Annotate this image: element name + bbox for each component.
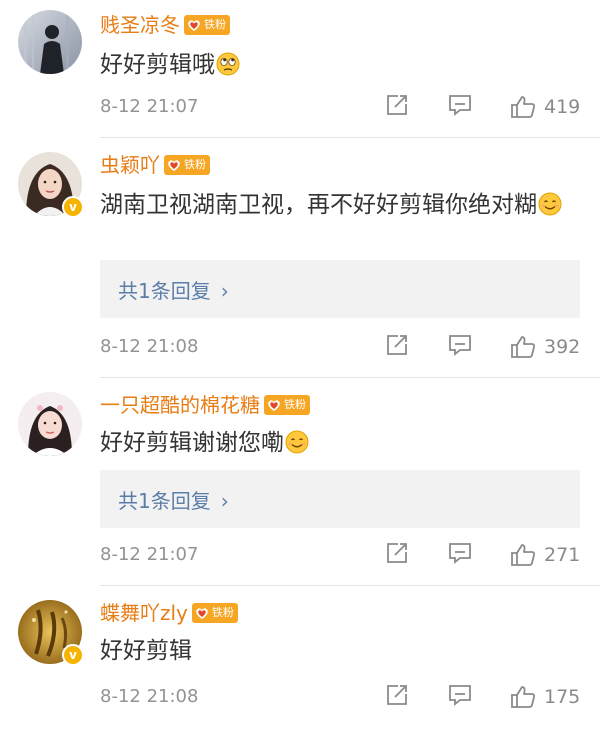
fan-heart-icon xyxy=(168,160,180,171)
comment-icon xyxy=(449,95,471,116)
avatar-image xyxy=(18,392,82,456)
chevron-right-icon: › xyxy=(220,278,229,303)
share-icon xyxy=(387,335,407,355)
fan-badge-label: 铁粉 xyxy=(184,158,206,171)
share-button[interactable] xyxy=(386,94,408,120)
username-row: 贱圣凉冬 铁粉 xyxy=(100,10,230,40)
comment-meta: 8-12 21:08 392 xyxy=(100,332,590,362)
like-button[interactable]: 271 xyxy=(510,542,590,568)
avatar-image xyxy=(18,10,82,74)
fan-badge: 铁粉 xyxy=(264,395,310,415)
comment-item: v 蝶舞吖zly 铁粉 好好剪辑 8-12 21:08 175 xyxy=(0,586,600,736)
view-replies-link[interactable]: 共1条回复 › xyxy=(118,275,229,304)
like-button[interactable]: 392 xyxy=(510,334,590,360)
avatar[interactable] xyxy=(18,392,82,456)
like-button[interactable]: 419 xyxy=(510,94,590,120)
comment-button[interactable] xyxy=(448,684,472,710)
username-row: 蝶舞吖zly 铁粉 xyxy=(100,598,238,628)
comment-text: 好好剪辑哦 xyxy=(100,48,590,82)
username[interactable]: 一只超酷的棉花糖 xyxy=(100,390,260,420)
avatar[interactable]: v xyxy=(18,600,84,666)
fan-badge-label: 铁粉 xyxy=(211,606,234,619)
share-icon xyxy=(387,543,407,563)
comment-meta: 8-12 21:08 175 xyxy=(100,682,590,712)
fan-badge-label: 铁粉 xyxy=(284,398,306,411)
share-icon xyxy=(387,685,407,705)
comment-icon xyxy=(449,685,471,706)
verified-badge-icon: v xyxy=(62,644,84,666)
timestamp: 8-12 21:08 xyxy=(100,336,199,357)
comment-text: 湖南卫视湖南卫视，再不好好剪辑你绝对糊 xyxy=(100,188,590,222)
comment-meta: 8-12 21:07 419 xyxy=(100,92,590,122)
smile-emoji xyxy=(538,192,562,216)
comment-item: 贱圣凉冬 铁粉 好好剪辑哦 8-12 21:07 419 xyxy=(0,0,600,138)
comment-item: 一只超酷的棉花糖 铁粉 好好剪辑谢谢您嘞 共1条回复 › 8-12 21:07 xyxy=(0,378,600,586)
view-replies-link[interactable]: 共1条回复 › xyxy=(118,485,229,514)
share-button[interactable] xyxy=(386,542,408,568)
eye-roll-emoji xyxy=(216,52,240,76)
comment-body: 好好剪辑 xyxy=(100,638,192,664)
reply-summary[interactable]: 共1条回复 › xyxy=(100,260,580,318)
fan-heart-icon xyxy=(196,608,208,619)
username[interactable]: 虫颖吖 xyxy=(100,150,160,180)
comment-button[interactable] xyxy=(448,542,472,568)
fan-badge: 铁粉 xyxy=(184,15,230,35)
like-button[interactable]: 175 xyxy=(510,684,590,710)
thumbs-up-icon xyxy=(511,544,535,566)
username-row: 虫颖吖 铁粉 xyxy=(100,150,210,180)
thumbs-up-icon xyxy=(511,336,535,358)
comment-text: 好好剪辑 xyxy=(100,634,590,668)
comment-body: 好好剪辑谢谢您嘞 xyxy=(100,430,284,456)
comment-text: 好好剪辑谢谢您嘞 xyxy=(100,426,590,460)
username[interactable]: 贱圣凉冬 xyxy=(100,10,180,40)
comment-feed: 贱圣凉冬 铁粉 好好剪辑哦 8-12 21:07 419 v 虫颖吖 铁粉 湖南… xyxy=(0,0,600,736)
thumbs-up-icon xyxy=(511,686,535,708)
like-count: 392 xyxy=(544,336,581,358)
comment-body: 湖南卫视湖南卫视，再不好好剪辑你绝对糊 xyxy=(100,192,537,218)
comment-body: 好好剪辑哦 xyxy=(100,52,215,78)
thumbs-up-icon xyxy=(511,96,535,118)
fan-heart-icon xyxy=(188,20,200,31)
fan-badge-label: 铁粉 xyxy=(204,18,226,31)
reply-summary[interactable]: 共1条回复 › xyxy=(100,470,580,528)
comment-button[interactable] xyxy=(448,94,472,120)
timestamp: 8-12 21:07 xyxy=(100,96,199,117)
comment-meta: 8-12 21:07 271 xyxy=(100,540,590,570)
username-row: 一只超酷的棉花糖 铁粉 xyxy=(100,390,310,420)
reply-count-label: 共1条回复 xyxy=(118,278,211,303)
timestamp: 8-12 21:07 xyxy=(100,544,199,565)
fan-badge: 铁粉 xyxy=(191,603,238,623)
like-count: 419 xyxy=(544,96,581,118)
smile-emoji xyxy=(285,430,309,454)
comment-icon xyxy=(449,543,471,564)
fan-heart-icon xyxy=(268,400,280,411)
chevron-right-icon: › xyxy=(220,488,229,513)
comment-icon xyxy=(449,335,471,356)
share-icon xyxy=(387,95,407,115)
like-count: 271 xyxy=(544,544,581,566)
verified-badge-icon: v xyxy=(62,196,84,218)
share-button[interactable] xyxy=(386,334,408,360)
like-count: 175 xyxy=(544,686,581,708)
reply-count-label: 共1条回复 xyxy=(118,488,211,513)
comment-item: v 虫颖吖 铁粉 湖南卫视湖南卫视，再不好好剪辑你绝对糊 共1条回复 › 8-1… xyxy=(0,138,600,378)
avatar[interactable] xyxy=(18,10,82,74)
fan-badge: 铁粉 xyxy=(164,155,210,175)
username[interactable]: 蝶舞吖zly xyxy=(100,598,188,628)
avatar[interactable]: v xyxy=(18,152,84,218)
share-button[interactable] xyxy=(386,684,408,710)
timestamp: 8-12 21:08 xyxy=(100,686,199,707)
comment-button[interactable] xyxy=(448,334,472,360)
